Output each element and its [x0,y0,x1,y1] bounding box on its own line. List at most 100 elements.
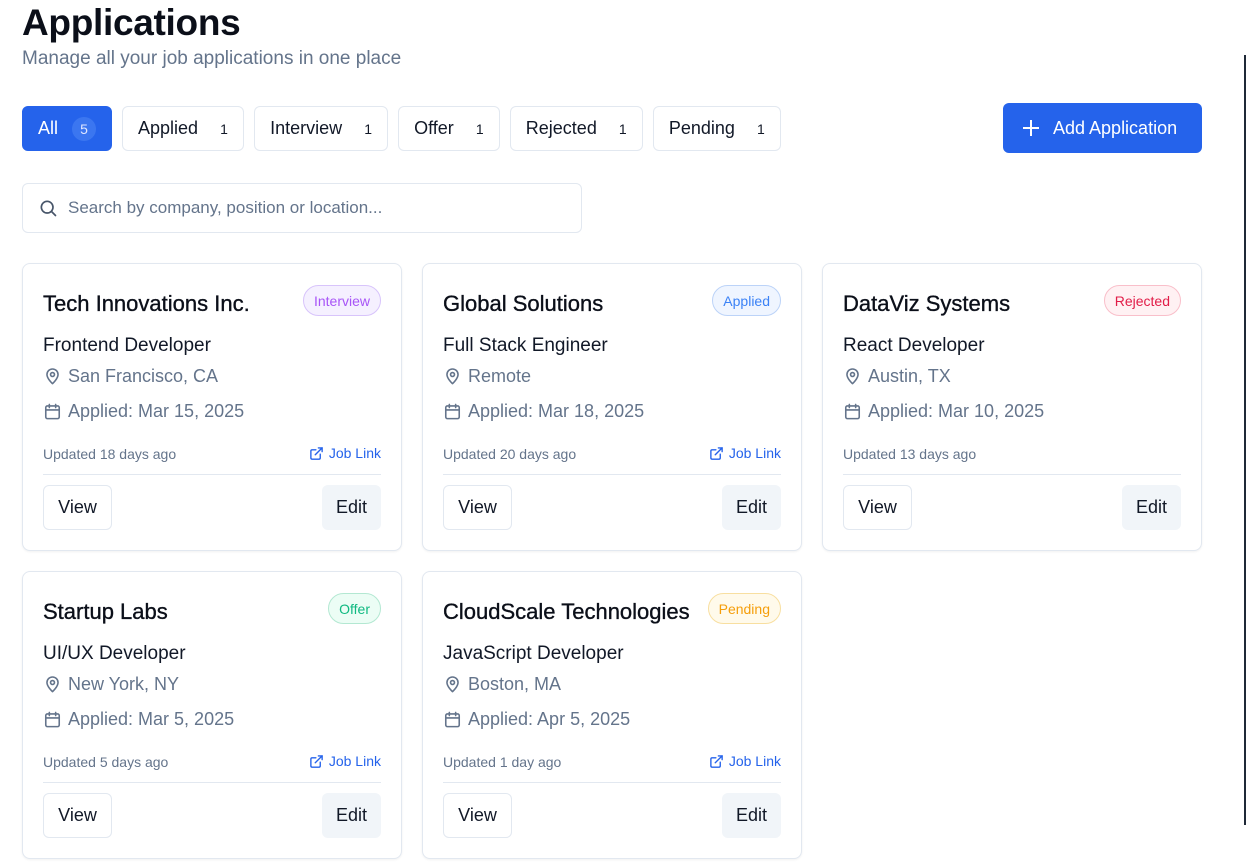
filter-tab-label: Rejected [525,118,597,138]
applied-date-text: Applied: Mar 18, 2025 [468,401,645,421]
status-badge: Applied [712,285,781,316]
job-link-label: Job Link [728,753,781,769]
card-divider [43,474,381,475]
job-link-label: Job Link [328,753,381,769]
location-row: New York, NY [43,674,179,695]
status-badge: Offer [328,593,381,624]
filter-tab-pending[interactable]: Pending 1 [652,106,781,151]
application-card: Startup Labs Offer UI/UX Developer New Y… [22,571,402,859]
location-text: Remote [468,366,532,386]
company-name: Tech Innovations Inc. [43,291,250,316]
external-link-icon [310,446,323,460]
edit-button[interactable]: Edit [722,793,781,838]
filter-tab-label: Applied [138,118,199,138]
position-title: Full Stack Engineer [443,335,608,356]
filter-tab-applied[interactable]: Applied 1 [122,106,245,151]
view-button[interactable]: View [443,793,512,838]
applied-date-text: Applied: Mar 15, 2025 [68,401,245,421]
job-link[interactable]: Job Link [309,753,381,769]
applied-date-row: Applied: Apr 5, 2025 [443,709,630,730]
filter-tab-offer[interactable]: Offer 1 [398,106,500,151]
position-title: UI/UX Developer [43,643,186,664]
card-divider [843,474,1181,475]
position-title: React Developer [843,335,985,356]
filter-tab-label: All [38,118,59,138]
filter-count-badge: 5 [72,116,97,141]
job-link[interactable]: Job Link [709,445,781,461]
applied-date-row: Applied: Mar 15, 2025 [43,401,244,422]
filter-tab-interview[interactable]: Interview 1 [254,106,389,151]
position-title: JavaScript Developer [443,643,624,664]
search-icon [40,200,57,217]
view-button[interactable]: View [43,485,112,530]
map-pin-icon [46,676,59,693]
application-card: Global Solutions Applied Full Stack Engi… [422,263,802,551]
updated-text: Updated 13 days ago [843,446,977,462]
filter-count-badge: 1 [364,120,372,137]
map-pin-icon [46,368,59,385]
filter-tab-label: Offer [414,118,454,138]
location-row: Austin, TX [843,366,951,387]
applied-date-text: Applied: Mar 5, 2025 [68,709,235,729]
applied-date-row: Applied: Mar 10, 2025 [843,401,1044,422]
page-title: Applications [22,2,241,43]
view-button[interactable]: View [43,793,112,838]
status-badge: Pending [707,593,781,624]
status-filter-tabs: All 5 Applied 1 Interview 1 Offer 1 Reje… [22,106,781,151]
map-pin-icon [446,676,459,693]
location-text: San Francisco, CA [68,366,219,386]
company-name: Global Solutions [443,291,604,316]
search-input[interactable] [68,198,548,218]
edit-button[interactable]: Edit [322,793,381,838]
status-badge: Rejected [1103,285,1181,316]
filter-tab-all[interactable]: All 5 [22,106,113,151]
updated-text: Updated 5 days ago [43,754,169,770]
filter-tab-label: Interview [270,118,343,138]
external-link-icon [310,754,323,768]
updated-text: Updated 1 day ago [443,754,562,770]
external-link-icon [710,446,723,460]
filter-count-badge: 1 [618,120,627,137]
map-pin-icon [446,368,459,385]
filter-tab-rejected[interactable]: Rejected 1 [509,106,643,151]
application-card: Tech Innovations Inc. Interview Frontend… [22,263,402,551]
job-link-label: Job Link [328,445,381,461]
location-row: San Francisco, CA [43,366,218,387]
job-link[interactable]: Job Link [309,445,381,461]
scrollbar[interactable] [1244,55,1246,825]
applied-date-text: Applied: Mar 10, 2025 [868,401,1045,421]
edit-button[interactable]: Edit [1122,485,1181,530]
add-application-button[interactable]: Add Application [1003,103,1202,153]
external-link-icon [710,754,723,768]
location-text: Boston, MA [468,674,562,694]
job-link[interactable]: Job Link [709,753,781,769]
applied-date-text: Applied: Apr 5, 2025 [468,709,631,729]
calendar-icon [44,711,61,728]
updated-text: Updated 18 days ago [43,446,177,462]
position-title: Frontend Developer [43,335,211,356]
edit-button[interactable]: Edit [322,485,381,530]
company-name: CloudScale Technologies [443,599,690,624]
search-bar [22,183,582,233]
card-divider [43,782,381,783]
location-text: Austin, TX [868,366,951,386]
company-name: Startup Labs [43,599,168,624]
applied-date-row: Applied: Mar 18, 2025 [443,401,644,422]
application-card: DataViz Systems Rejected React Developer… [822,263,1202,551]
filter-count-badge: 1 [756,120,765,137]
filter-count-badge: 1 [220,120,228,137]
filter-tab-label: Pending [668,118,735,138]
location-text: New York, NY [68,674,180,694]
page-subtitle: Manage all your job applications in one … [22,48,402,69]
calendar-icon [444,711,461,728]
add-application-label: Add Application [1053,117,1178,138]
location-row: Boston, MA [443,674,561,695]
calendar-icon [844,403,861,420]
status-badge: Interview [302,285,381,316]
location-row: Remote [443,366,531,387]
edit-button[interactable]: Edit [722,485,781,530]
plus-icon [1023,120,1039,136]
view-button[interactable]: View [843,485,912,530]
job-link-label: Job Link [728,445,781,461]
view-button[interactable]: View [443,485,512,530]
